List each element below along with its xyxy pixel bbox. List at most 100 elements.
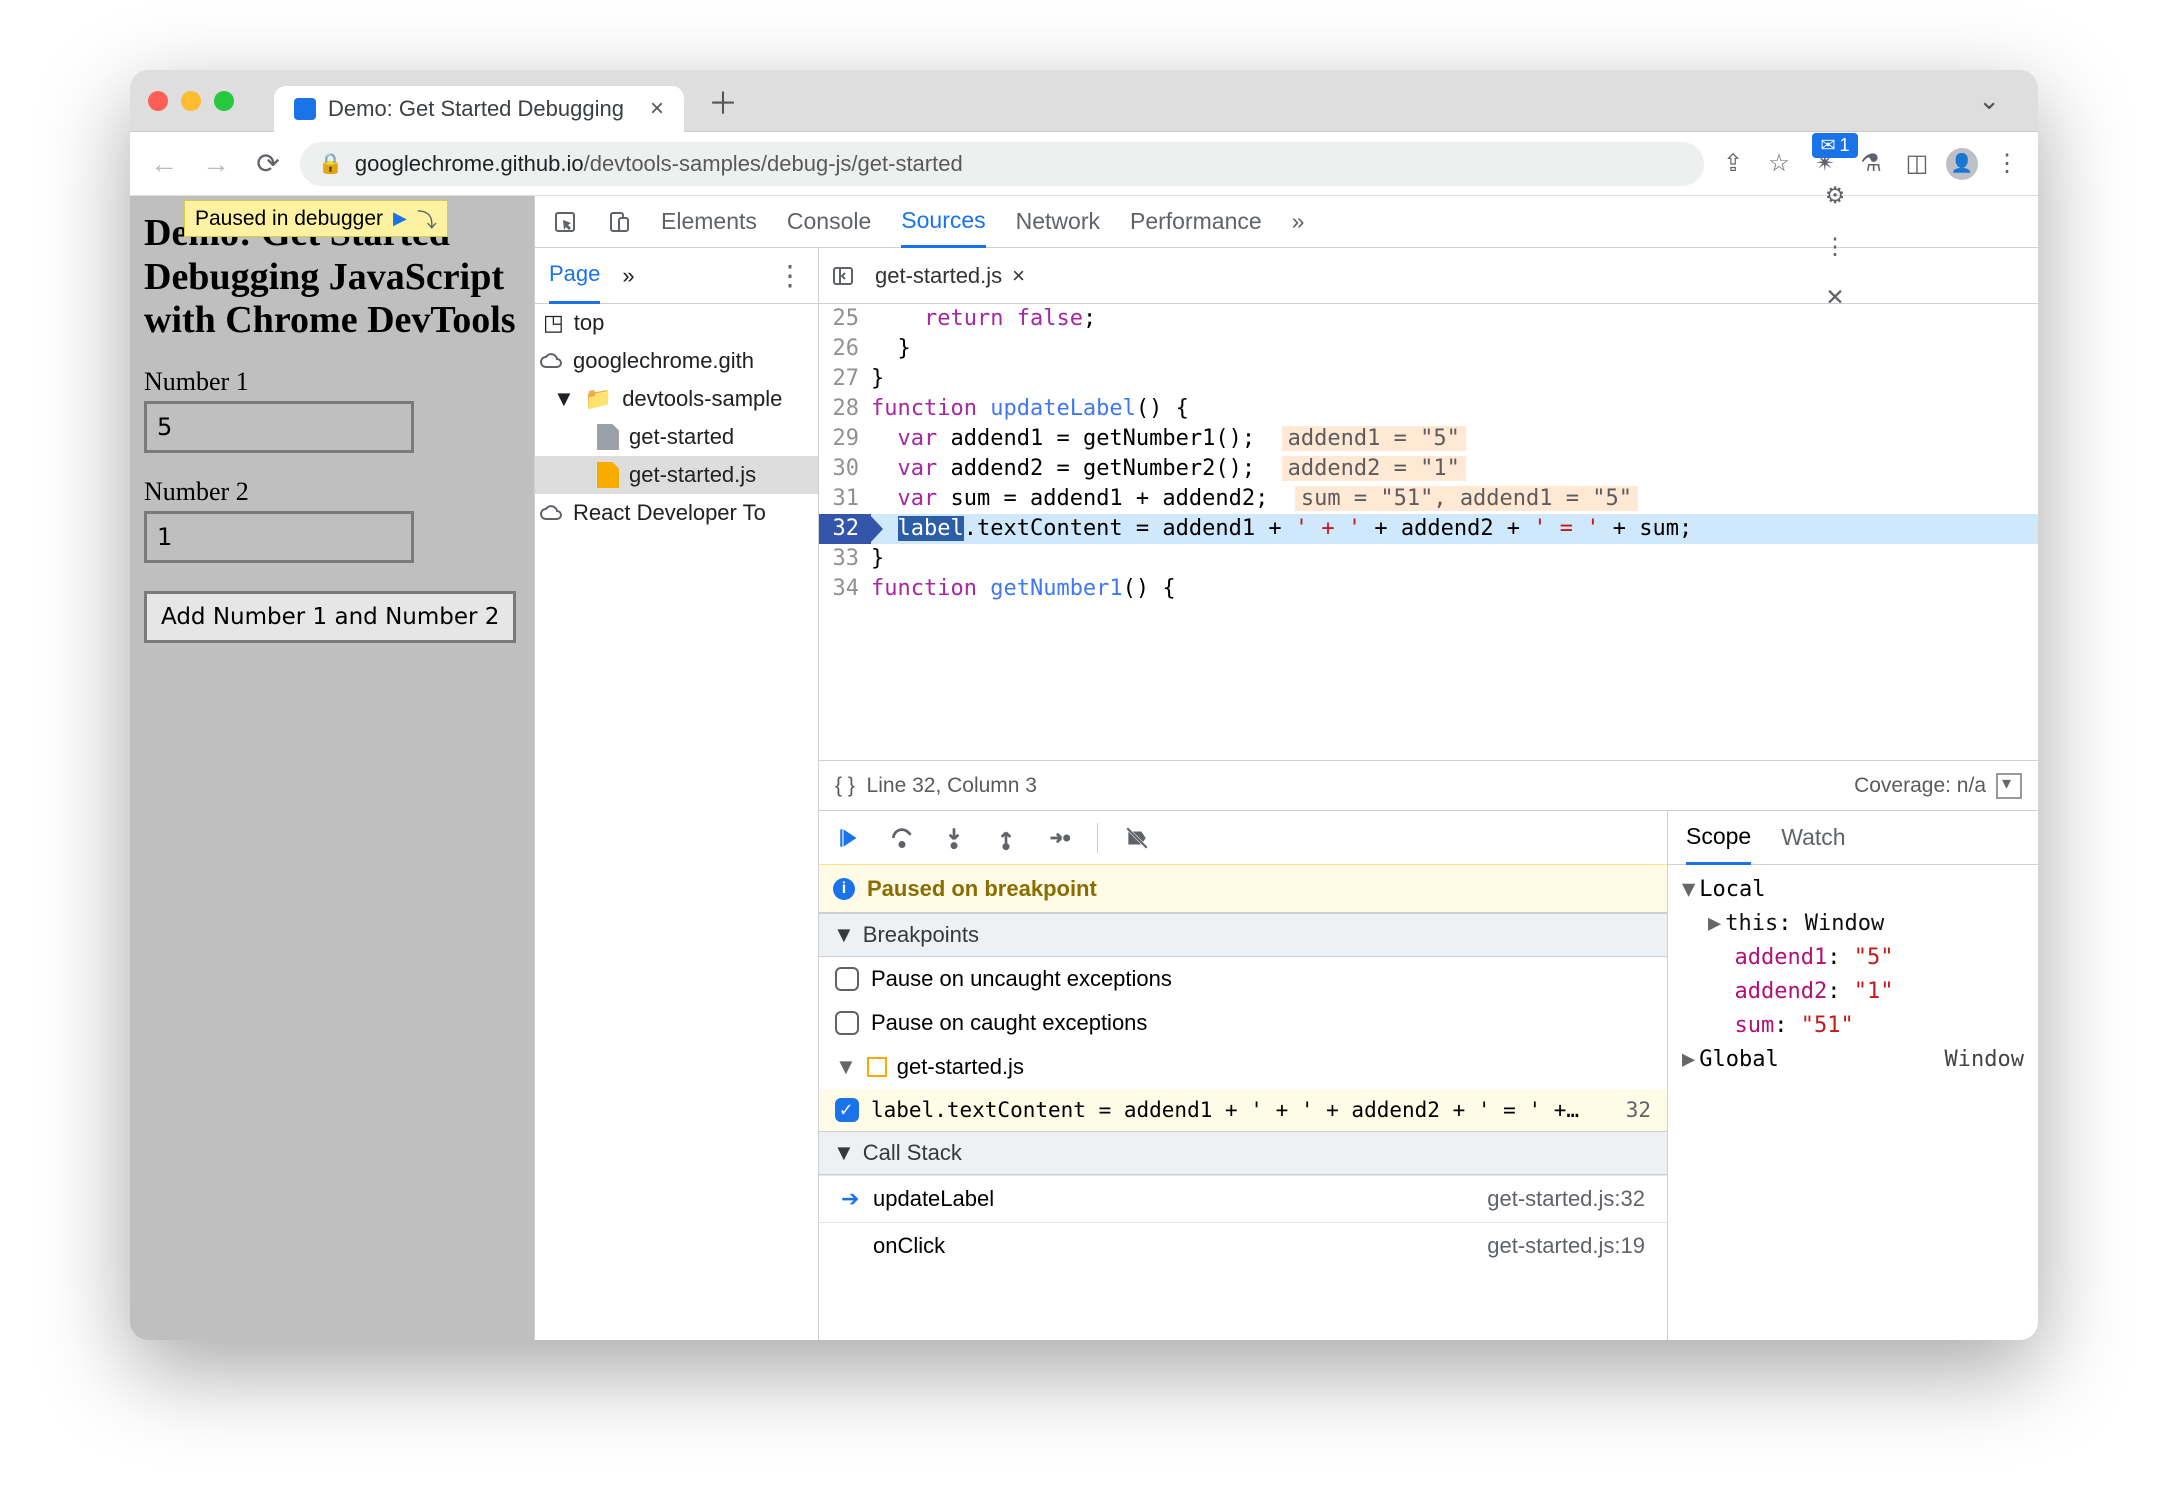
number2-input[interactable] [144, 511, 414, 563]
call-stack-section[interactable]: ▼Call Stack [819, 1131, 1667, 1175]
inspect-icon[interactable] [553, 210, 577, 234]
window-titlebar: Demo: Get Started Debugging × ＋ ⌄ [130, 70, 2038, 132]
cursor-position: Line 32, Column 3 [867, 774, 1037, 798]
add-button[interactable]: Add Number 1 and Number 2 [144, 591, 516, 643]
window-minimize-button[interactable] [181, 91, 201, 111]
scope-variable[interactable]: sum: "51" [1682, 1009, 2024, 1043]
number1-label: Number 1 [144, 367, 520, 397]
call-stack-row[interactable]: ➔updateLabelget-started.js:32 [819, 1175, 1667, 1222]
toggle-navigator-icon[interactable] [831, 264, 855, 288]
tab-title: Demo: Get Started Debugging [328, 96, 624, 122]
scope-pane: Scope Watch ▼Local ▶this: Window addend1… [1668, 811, 2038, 1340]
scope-local[interactable]: ▼Local [1682, 873, 2024, 907]
settings-icon[interactable]: ⚙ [1825, 182, 1846, 209]
debugger-toolbar [819, 811, 1667, 865]
devtools-panel: Elements Console Sources Network Perform… [534, 196, 2038, 1340]
breakpoint-row[interactable]: label.textContent = addend1 + ' + ' + ad… [819, 1089, 1667, 1131]
navigator-kebab-icon[interactable]: ⋮ [776, 259, 804, 292]
editor-status-bar: { } Line 32, Column 3 Coverage: n/a [819, 760, 2038, 810]
paused-overlay: Paused in debugger ▶ ⤵ [184, 200, 448, 237]
format-icon[interactable]: { } [835, 774, 855, 798]
navigator-tab-page[interactable]: Page [549, 248, 600, 304]
breakpoint-file-icon [867, 1057, 887, 1077]
scope-global[interactable]: ▶GlobalWindow [1682, 1043, 2024, 1077]
back-button[interactable]: ← [144, 148, 184, 180]
code-line[interactable]: 29 var addend1 = getNumber1(); addend1 =… [819, 424, 2038, 454]
tab-sources[interactable]: Sources [901, 196, 985, 248]
debugger-pane: i Paused on breakpoint ▼Breakpoints Paus… [819, 811, 1668, 1340]
pause-caught-row[interactable]: Pause on caught exceptions [819, 1001, 1667, 1045]
tab-favicon [294, 98, 316, 120]
tab-performance[interactable]: Performance [1130, 208, 1262, 235]
tab-console[interactable]: Console [787, 208, 871, 235]
sources-navigator: Page » ⋮ ◳top googlechrome.gith ▼📁devtoo… [535, 248, 819, 1340]
url-input[interactable]: 🔒 googlechrome.github.io/devtools-sample… [300, 142, 1704, 186]
tree-folder[interactable]: ▼📁devtools-sample [535, 380, 818, 418]
code-editor[interactable]: 25 return false;26 }27}28function update… [819, 304, 2038, 760]
tree-top[interactable]: ◳top [535, 304, 818, 342]
tab-network[interactable]: Network [1016, 208, 1100, 235]
coverage-dropdown-icon[interactable] [1996, 773, 2022, 799]
device-toggle-icon[interactable] [607, 210, 631, 234]
editor-tab-file[interactable]: get-started.js × [875, 263, 1025, 289]
tree-domain[interactable]: googlechrome.gith [535, 342, 818, 380]
browser-tab[interactable]: Demo: Get Started Debugging × [274, 86, 684, 132]
url-path: /devtools-samples/debug-js/get-started [584, 151, 963, 176]
code-line[interactable]: 34function getNumber1() { [819, 574, 2038, 604]
step-into-button[interactable] [941, 825, 967, 851]
number1-input[interactable] [144, 401, 414, 453]
editor-tabs: get-started.js × [819, 248, 2038, 304]
scope-variable[interactable]: addend2: "1" [1682, 975, 2024, 1009]
code-line[interactable]: 27} [819, 364, 2038, 394]
code-line[interactable]: 31 var sum = addend1 + addend2; sum = "5… [819, 484, 2038, 514]
resume-button[interactable] [837, 825, 863, 851]
code-line[interactable]: 32 label.textContent = addend1 + ' + ' +… [819, 514, 2038, 544]
scope-this[interactable]: ▶this: Window [1682, 907, 2024, 941]
checkbox-uncaught[interactable] [835, 967, 859, 991]
number2-label: Number 2 [144, 477, 520, 507]
navigator-tab-more[interactable]: » [622, 263, 634, 289]
scope-tab[interactable]: Scope [1686, 811, 1751, 865]
pause-uncaught-row[interactable]: Pause on uncaught exceptions [819, 957, 1667, 1001]
paused-message: i Paused on breakpoint [819, 865, 1667, 913]
tab-elements[interactable]: Elements [661, 208, 757, 235]
window-close-button[interactable] [148, 91, 168, 111]
tree-file-html[interactable]: get-started [535, 418, 818, 456]
resume-icon[interactable]: ▶ [393, 208, 407, 229]
breakpoint-file-row[interactable]: ▼get-started.js [819, 1045, 1667, 1089]
editor-tab-close-icon[interactable]: × [1012, 263, 1025, 289]
scope-variable[interactable]: addend1: "5" [1682, 941, 2024, 975]
lock-icon: 🔒 [318, 151, 343, 176]
breakpoint-checkbox[interactable] [835, 1098, 859, 1122]
paused-overlay-text: Paused in debugger [195, 207, 383, 231]
reload-button[interactable]: ⟳ [248, 147, 288, 180]
step-button[interactable] [1045, 825, 1071, 851]
step-over-button[interactable] [889, 825, 915, 851]
tree-file-js[interactable]: get-started.js [535, 456, 818, 494]
coverage-label: Coverage: n/a [1854, 774, 1986, 798]
info-icon: i [833, 878, 855, 900]
breakpoints-section[interactable]: ▼Breakpoints [819, 913, 1667, 957]
forward-button[interactable]: → [196, 148, 236, 180]
checkbox-caught[interactable] [835, 1011, 859, 1035]
code-line[interactable]: 26 } [819, 334, 2038, 364]
step-over-icon[interactable]: ⤵ [417, 204, 437, 233]
devtools-tabs: Elements Console Sources Network Perform… [535, 196, 2038, 248]
tab-close-icon[interactable]: × [650, 95, 664, 123]
rendered-page: Paused in debugger ▶ ⤵ Demo: Get Started… [130, 196, 534, 1340]
more-tabs-icon[interactable]: » [1292, 208, 1305, 235]
deactivate-breakpoints-button[interactable] [1124, 825, 1150, 851]
code-line[interactable]: 25 return false; [819, 304, 2038, 334]
new-tab-button[interactable]: ＋ [708, 79, 738, 123]
tree-extension[interactable]: React Developer To [535, 494, 818, 532]
watch-tab[interactable]: Watch [1781, 824, 1845, 851]
messages-badge[interactable]: ✉ 1 [1812, 133, 1857, 158]
call-stack-row[interactable]: onClickget-started.js:19 [819, 1222, 1667, 1269]
window-maximize-button[interactable] [214, 91, 234, 111]
url-host: googlechrome.github.io [355, 151, 584, 176]
step-out-button[interactable] [993, 825, 1019, 851]
code-line[interactable]: 28function updateLabel() { [819, 394, 2038, 424]
code-line[interactable]: 33} [819, 544, 2038, 574]
tabs-chevron-icon[interactable]: ⌄ [1978, 85, 2000, 116]
code-line[interactable]: 30 var addend2 = getNumber2(); addend2 =… [819, 454, 2038, 484]
